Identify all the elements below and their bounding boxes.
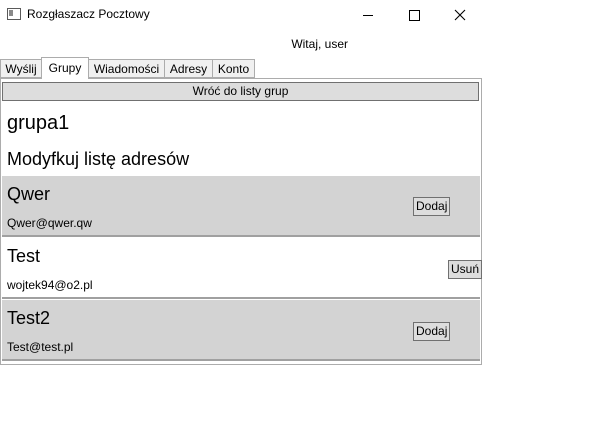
tab-send[interactable]: Wyślij xyxy=(0,59,42,78)
user-greeting: Witaj, user xyxy=(291,37,348,51)
back-to-groups-button[interactable]: Wróć do listy grup xyxy=(2,82,479,101)
address-name: Qwer xyxy=(7,184,51,204)
tab-messages[interactable]: Wiadomości xyxy=(88,59,165,78)
remove-address-button[interactable]: Usuń xyxy=(448,260,483,279)
close-icon xyxy=(454,9,466,21)
group-title: grupa1 xyxy=(7,112,70,134)
section-title: Modyfkuj listę adresów xyxy=(7,149,190,169)
address-email: Qwer@qwer.qw xyxy=(7,216,92,230)
add-address-button[interactable]: Dodaj xyxy=(413,197,451,216)
maximize-icon xyxy=(408,9,420,21)
address-name: Test2 xyxy=(7,308,51,328)
groups-panel: Wróć do listy grup grupa1 Modyfkuj listę… xyxy=(0,78,483,365)
close-button[interactable] xyxy=(437,0,483,30)
minimize-button[interactable] xyxy=(345,0,391,30)
tab-groups[interactable]: Grupy xyxy=(41,57,89,79)
minimize-icon xyxy=(363,14,373,16)
maximize-button[interactable] xyxy=(391,0,437,30)
address-row: Qwer Qwer@qwer.qw Dodaj xyxy=(2,176,480,237)
window-title: Rozgłaszacz Pocztowy xyxy=(27,7,150,21)
address-email: Test@test.pl xyxy=(7,340,74,354)
app-window-icon xyxy=(7,8,21,20)
add-address-button[interactable]: Dodaj xyxy=(413,322,451,341)
address-email: wojtek94@o2.pl xyxy=(7,278,93,292)
address-row: Test2 Test@test.pl Dodaj xyxy=(2,300,480,361)
tab-account[interactable]: Konto xyxy=(212,59,255,78)
app-window: Rozgłaszacz Pocztowy Witaj, user Wyślij … xyxy=(0,0,483,366)
title-bar[interactable]: Rozgłaszacz Pocztowy xyxy=(0,0,482,30)
address-row: Test wojtek94@o2.pl Usuń xyxy=(2,238,483,299)
address-name: Test xyxy=(7,246,41,266)
tab-addresses[interactable]: Adresy xyxy=(164,59,213,78)
